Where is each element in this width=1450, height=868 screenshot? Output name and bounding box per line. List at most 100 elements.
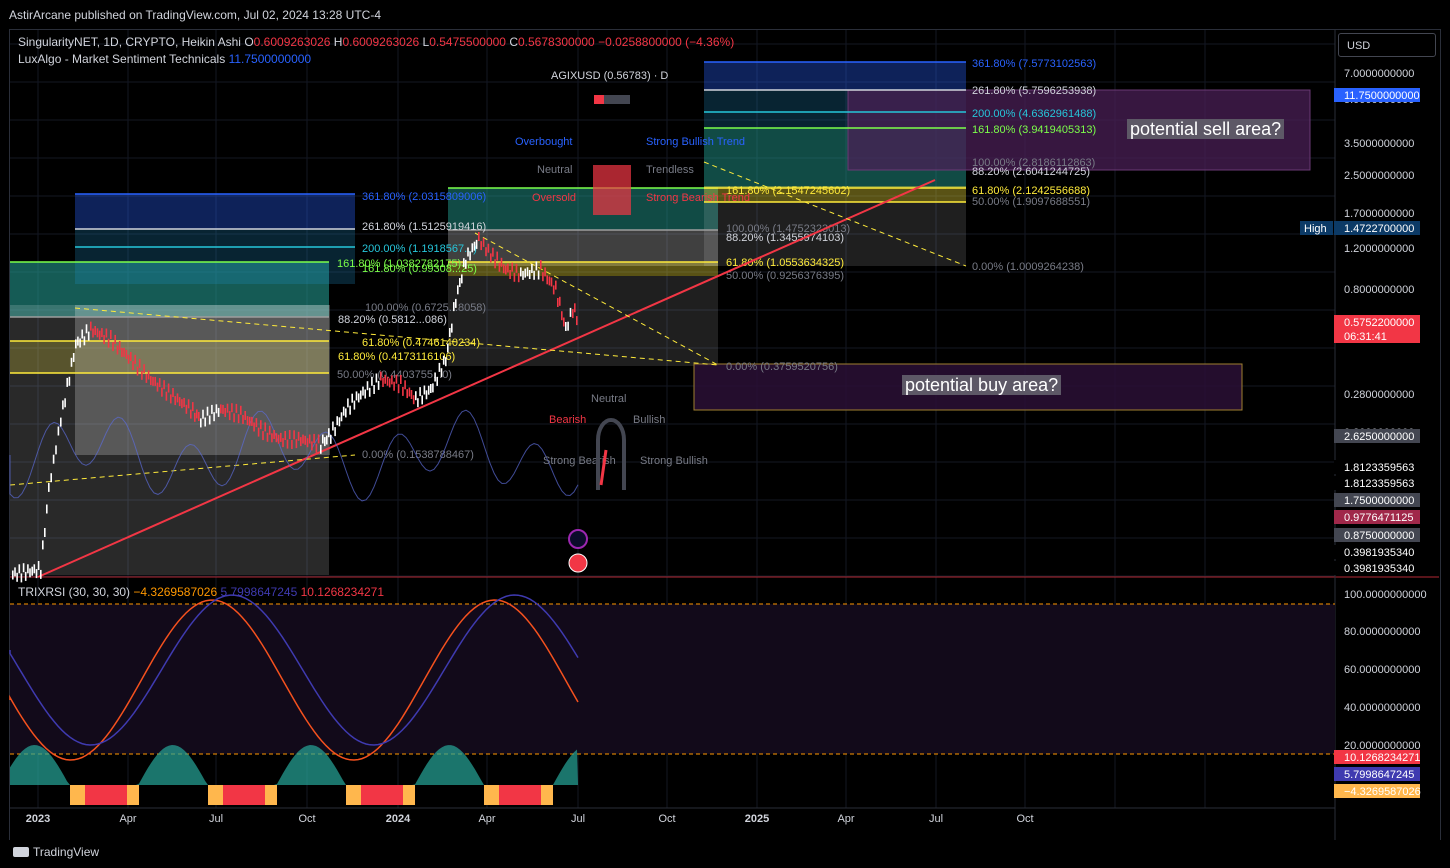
price-candle	[277, 434, 280, 444]
price-candle	[386, 376, 389, 386]
price-candle	[482, 237, 485, 247]
price-candle	[242, 415, 244, 424]
price-candle	[29, 568, 31, 578]
price-candle	[480, 241, 482, 251]
price-candle	[72, 353, 75, 362]
price-tag-value: 10.1268234271	[1344, 752, 1420, 764]
price-candle	[500, 257, 503, 267]
price-candle	[31, 566, 33, 576]
price-candle	[572, 309, 574, 319]
price-candle	[224, 408, 226, 417]
price-candle	[105, 328, 108, 338]
trix-histogram-bar	[88, 785, 91, 805]
price-candle	[68, 376, 71, 386]
trix-histogram-bar	[265, 785, 268, 805]
price-candle	[92, 328, 94, 338]
trix-histogram-bar	[484, 785, 487, 805]
price-candle	[548, 276, 551, 286]
price-tag-value: 5.7998647245	[1344, 769, 1414, 781]
price-candle	[14, 567, 16, 577]
tradingview-logo[interactable]: TradingView	[13, 845, 99, 859]
trix-histogram-bar	[367, 785, 370, 805]
price-candle	[24, 571, 27, 581]
price-candle	[46, 504, 48, 514]
open-label: O	[244, 35, 254, 49]
trix-legend: TRIXRSI (30, 30, 30) −4.3269587026 5.799…	[18, 585, 384, 599]
price-candle	[228, 411, 231, 421]
trix-histogram-bar	[493, 785, 496, 805]
price-candle	[18, 564, 21, 574]
fib-label-big: 50.00% (1.9097688551)	[972, 196, 1090, 208]
trix-histogram-bar	[262, 785, 265, 805]
trix-histogram-bar	[496, 785, 499, 805]
trix-histogram-bar	[91, 785, 94, 805]
price-candle	[161, 387, 163, 397]
price-candle	[248, 416, 251, 426]
price-candle	[463, 258, 465, 268]
price-candle	[326, 435, 328, 445]
price-axis-tick: 0.2800000000	[1344, 389, 1414, 401]
fib-label-big: 88.20% (2.6041244725)	[972, 166, 1090, 178]
trix-histogram-bar	[490, 785, 493, 805]
price-candle	[334, 427, 336, 437]
price-candle	[391, 375, 393, 385]
trix-histogram-bar	[115, 785, 118, 805]
price-candle	[211, 404, 213, 414]
price-candle	[185, 404, 188, 414]
trix-histogram-bar	[127, 785, 130, 805]
price-candle	[324, 437, 326, 447]
price-candle	[204, 417, 206, 427]
price-tag-value: 0.9776471125	[1344, 512, 1414, 524]
price-candle	[27, 564, 29, 574]
trix-histogram-bar	[538, 785, 541, 805]
price-candle	[118, 341, 121, 350]
price-candle	[231, 403, 233, 413]
fib-zone-left-cyan	[75, 229, 355, 284]
trix-histogram-bar	[79, 785, 82, 805]
trix-value-3: 10.1268234271	[300, 585, 385, 599]
price-candle	[565, 322, 567, 331]
price-candle	[280, 432, 282, 442]
price-candle	[125, 349, 128, 359]
price-candle	[156, 382, 159, 392]
price-candle	[487, 243, 490, 253]
price-candle	[322, 434, 324, 444]
price-candle	[380, 371, 382, 381]
time-axis-tick: Apr	[478, 813, 495, 825]
price-candle	[62, 400, 64, 410]
time-axis-tick: Jul	[209, 813, 223, 825]
indicator-name: LuxAlgo - Market Sentiment Technicals	[18, 52, 226, 66]
fib-label-mid: 200.00% (1.1918567...)	[362, 243, 477, 255]
time-axis-tick: Oct	[1016, 813, 1033, 825]
trix-histogram-bar	[121, 785, 124, 805]
trix-histogram-bar	[373, 785, 376, 805]
trix-value-2: 5.7998647245	[220, 585, 298, 599]
price-candle	[81, 329, 83, 339]
price-tag-value: 0.3981935340	[1344, 563, 1414, 575]
price-candle	[208, 415, 211, 425]
trix-name: TRIXRSI (30, 30, 30)	[18, 585, 131, 599]
price-candle	[200, 418, 202, 428]
trix-histogram-bar	[271, 785, 274, 805]
fib-label-mid: 61.80% (1.0553634325)	[726, 257, 844, 269]
high-value: 0.6009263026	[342, 35, 420, 49]
trix-histogram-bar	[550, 785, 553, 805]
price-candle	[313, 433, 315, 443]
symbol-legend: SingularityNET, 1D, CRYPTO, Heikin Ashi …	[18, 35, 734, 49]
price-candle	[79, 338, 81, 348]
price-candle	[524, 268, 526, 278]
fib-zone-mid-gold	[448, 262, 718, 276]
price-candle	[306, 438, 309, 448]
trix-histogram-bar	[532, 785, 535, 805]
price-candle	[110, 330, 112, 339]
price-candle	[132, 361, 134, 371]
trix-histogram-bar	[226, 785, 229, 805]
sell-area-label: potential sell area?	[1127, 119, 1285, 140]
price-candle	[440, 368, 443, 378]
trix-histogram-bar	[370, 785, 373, 805]
price-candle	[233, 413, 235, 423]
price-candle	[187, 399, 190, 409]
price-candle	[559, 296, 561, 306]
trix-histogram-bar	[388, 785, 391, 805]
currency-selector[interactable]: USD	[1338, 33, 1436, 57]
